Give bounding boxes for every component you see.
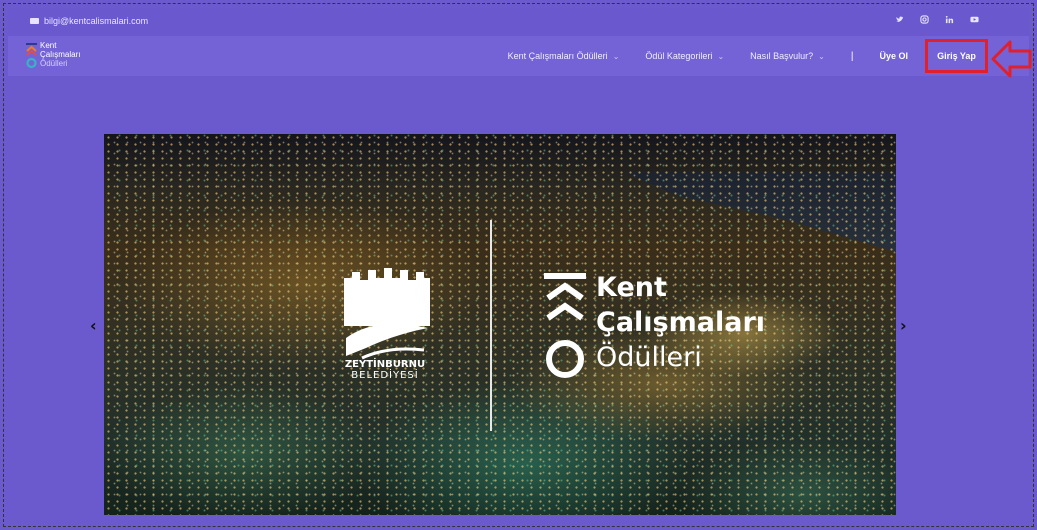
- nav-item-awards[interactable]: Kent Çalışmaları Ödülleri ⌄: [508, 51, 620, 61]
- slide-city-lights: [104, 134, 896, 515]
- social-links: [895, 15, 979, 24]
- nav-separator: |: [850, 50, 854, 62]
- instagram-icon[interactable]: [920, 15, 929, 24]
- register-link[interactable]: Üye Ol: [879, 51, 908, 61]
- zeytinburnu-logo-text: ZEYTİNBURNU BELEDİYESİ: [340, 359, 430, 381]
- twitter-icon[interactable]: [895, 15, 904, 24]
- site-logo[interactable]: Kent Çalışmaları Ödülleri: [26, 40, 106, 72]
- top-contact-bar: bilgi@kentcalismalari.com: [8, 8, 1029, 36]
- kent-logo-line-1: Kent: [596, 272, 667, 303]
- logo-mark-icon: [26, 43, 37, 69]
- zeytinburnu-subtitle: BELEDİYESİ: [351, 370, 419, 381]
- chevron-down-icon: ⌄: [717, 51, 725, 61]
- nav-menu: Kent Çalışmaları Ödülleri ⌄ Ödül Kategor…: [508, 36, 1029, 76]
- carousel-slide: ZEYTİNBURNU BELEDİYESİ Kent Çalışmaları …: [104, 134, 896, 515]
- mail-icon: [30, 18, 39, 24]
- logo-line-1: Kent: [40, 41, 57, 50]
- logo-text: Kent Çalışmaları Ödülleri: [40, 41, 80, 68]
- kent-logo-line-3: Ödülleri: [596, 342, 702, 373]
- linkedin-icon[interactable]: [945, 15, 954, 24]
- login-button[interactable]: Giriş Yap: [925, 39, 988, 73]
- logo-line-2: Çalışmaları: [40, 50, 81, 59]
- youtube-icon[interactable]: [970, 15, 979, 24]
- kent-logo-line-2: Çalışmaları: [596, 307, 766, 338]
- nav-item-label: Ödül Kategorileri: [645, 51, 713, 61]
- email-text: bilgi@kentcalismalari.com: [44, 16, 149, 26]
- logo-line-3: Ödülleri: [40, 59, 68, 68]
- kent-logo-text: Kent Çalışmaları Ödülleri: [596, 270, 765, 375]
- nav-item-categories[interactable]: Ödül Kategorileri ⌄: [645, 51, 724, 61]
- nav-item-how-to-apply[interactable]: Nasıl Başvulur? ⌄: [750, 51, 825, 61]
- carousel-prev-button[interactable]: ‹: [90, 316, 97, 335]
- zeytinburnu-name: ZEYTİNBURNU: [344, 359, 426, 370]
- chevron-down-icon: ⌄: [818, 51, 825, 61]
- logo-divider: [490, 220, 492, 431]
- chevron-down-icon: ⌄: [612, 51, 620, 61]
- nav-item-label: Nasıl Başvulur?: [750, 51, 814, 61]
- main-navbar: Kent Çalışmaları Ödülleri Kent Çalışmala…: [8, 36, 1029, 76]
- carousel-next-button[interactable]: ›: [900, 316, 907, 335]
- email-link[interactable]: bilgi@kentcalismalari.com: [30, 16, 148, 26]
- left-arrow-annotation-icon: [991, 40, 1032, 78]
- login-label: Giriş Yap: [937, 51, 976, 61]
- nav-item-label: Kent Çalışmaları Ödülleri: [507, 51, 608, 61]
